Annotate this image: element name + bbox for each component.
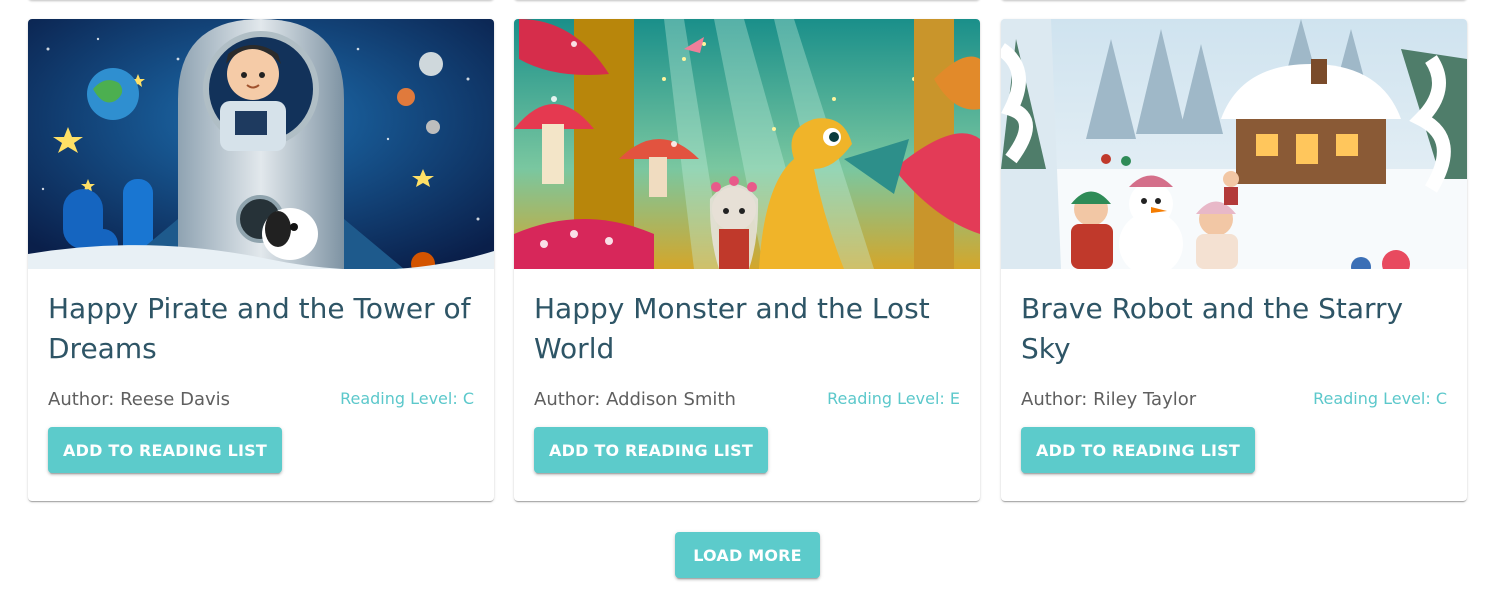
add-to-reading-list-button[interactable]: Add to Reading List [48, 427, 282, 473]
book-author: Author: Addison Smith [534, 389, 736, 410]
book-title[interactable]: Happy Pirate and the Tower of Dreams [48, 289, 478, 369]
book-grid-page: Happy Pirate and the Tower of Dreams Aut… [0, 0, 1497, 594]
load-more-button[interactable]: Load More [675, 532, 820, 578]
book-card: Happy Monster and the Lost World Author:… [514, 19, 980, 501]
space-rocket-illustration [28, 19, 494, 269]
book-title[interactable]: Happy Monster and the Lost World [534, 289, 964, 369]
reading-level: Reading Level: E [827, 389, 960, 408]
add-to-reading-list-button[interactable]: Add to Reading List [1021, 427, 1255, 473]
book-title[interactable]: Brave Robot and the Starry Sky [1021, 289, 1451, 369]
mushroom-forest-illustration [514, 19, 980, 269]
reading-level: Reading Level: C [1313, 389, 1447, 408]
book-cover-image[interactable] [28, 19, 494, 269]
book-author: Author: Reese Davis [48, 389, 231, 410]
add-to-reading-list-button[interactable]: Add to Reading List [534, 427, 768, 473]
book-card: Brave Robot and the Starry Sky Author: R… [1001, 19, 1467, 501]
book-author: Author: Riley Taylor [1021, 389, 1197, 410]
book-card: Happy Pirate and the Tower of Dreams Aut… [28, 19, 494, 501]
book-cover-image[interactable] [1001, 19, 1467, 269]
snowy-village-illustration [1001, 19, 1467, 269]
book-cover-image[interactable] [514, 19, 980, 269]
reading-level: Reading Level: C [340, 389, 474, 408]
